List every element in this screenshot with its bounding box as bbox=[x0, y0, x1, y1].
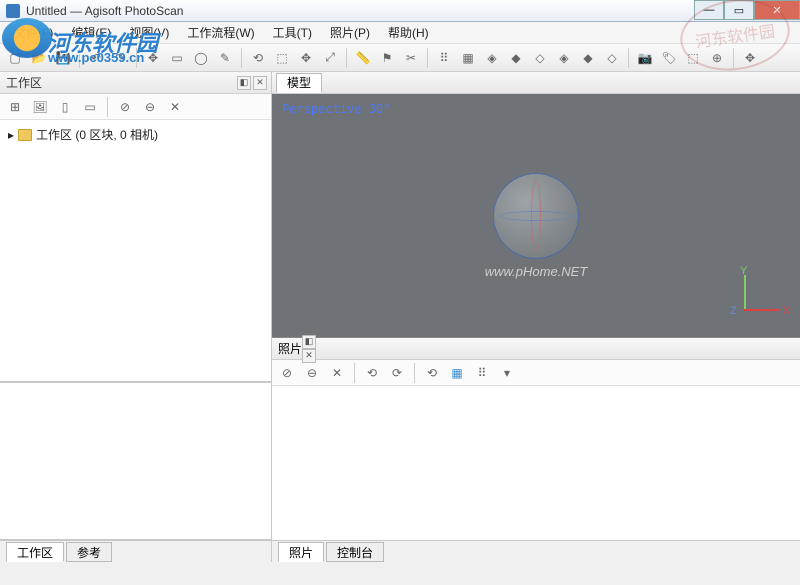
thumbnails-view-icon[interactable]: ⠿ bbox=[471, 362, 493, 384]
disable-icon[interactable]: ▭ bbox=[79, 96, 101, 118]
workspace-tree[interactable]: ▸ 工作区 (0 区块, 0 相机) bbox=[0, 120, 271, 382]
details-view-icon[interactable]: ▦ bbox=[446, 362, 468, 384]
tab-reference[interactable]: 参考 bbox=[66, 542, 112, 562]
tab-model[interactable]: 模型 bbox=[276, 73, 322, 93]
panel-close-icon[interactable]: ✕ bbox=[253, 76, 267, 90]
tab-console[interactable]: 控制台 bbox=[326, 542, 384, 562]
photos-toolbar: ⊘ ⊖ ✕ ⟲ ⟳ ⟲ ▦ ⠿ ▾ bbox=[272, 360, 800, 386]
viewport-3d[interactable]: Perspective 30° www.pHome.NET Y X Z bbox=[272, 94, 800, 338]
photos-area[interactable] bbox=[272, 386, 800, 540]
properties-panel bbox=[0, 382, 271, 540]
check-icon[interactable]: ⊘ bbox=[114, 96, 136, 118]
separator bbox=[354, 363, 355, 383]
disable-photo-icon[interactable]: ⊖ bbox=[301, 362, 323, 384]
main-area: 工作区 ◧ ✕ ⊞ 🖼 ▯ ▭ ⊘ ⊖ ✕ ▸ 工作区 (0 区块, 0 相机) bbox=[0, 72, 800, 562]
view-shaded-icon[interactable]: ◇ bbox=[529, 47, 551, 69]
region-icon[interactable]: ⬚ bbox=[271, 47, 293, 69]
photos-title: 照片 bbox=[278, 340, 302, 357]
trackball-ring-h bbox=[499, 211, 573, 221]
separator bbox=[346, 48, 347, 68]
panel-float-icon[interactable]: ◧ bbox=[237, 76, 251, 90]
rotate-left-icon[interactable]: ⟲ bbox=[361, 362, 383, 384]
circle-select-icon[interactable]: ◯ bbox=[190, 47, 212, 69]
titlebar: Untitled — Agisoft PhotoScan — ▭ ✕ bbox=[0, 0, 800, 22]
watermark-url: www.pc0359.cn bbox=[48, 50, 144, 65]
workspace-panel-header: 工作区 ◧ ✕ bbox=[0, 72, 271, 94]
enable-icon[interactable]: ▯ bbox=[54, 96, 76, 118]
axis-y-line bbox=[744, 275, 746, 311]
view-model-icon[interactable]: ◆ bbox=[577, 47, 599, 69]
enable-photo-icon[interactable]: ⊘ bbox=[276, 362, 298, 384]
window-title: Untitled — Agisoft PhotoScan bbox=[26, 4, 183, 18]
axis-x-line bbox=[744, 309, 780, 311]
rect-select-icon[interactable]: ▭ bbox=[166, 47, 188, 69]
tab-workspace[interactable]: 工作区 bbox=[6, 542, 64, 562]
app-icon bbox=[6, 4, 20, 18]
dropdown-icon[interactable]: ▾ bbox=[496, 362, 518, 384]
marker-icon[interactable]: ⚑ bbox=[376, 47, 398, 69]
watermark-logo-icon bbox=[2, 18, 52, 58]
trackball-ring-v bbox=[531, 179, 541, 253]
rotate-icon[interactable]: ⟲ bbox=[247, 47, 269, 69]
folder-icon bbox=[18, 129, 32, 141]
trackball-sphere bbox=[493, 173, 579, 259]
panel-float-icon[interactable]: ◧ bbox=[302, 335, 316, 349]
scale-icon[interactable]: ⤢ bbox=[319, 47, 341, 69]
panel-close-icon[interactable]: ✕ bbox=[302, 349, 316, 363]
view-wire-icon[interactable]: ◈ bbox=[481, 47, 503, 69]
reset-icon[interactable]: ⟲ bbox=[421, 362, 443, 384]
perspective-label: Perspective 30° bbox=[282, 102, 390, 116]
right-tabbar: 照片 控制台 bbox=[272, 540, 800, 562]
view-points-icon[interactable]: ⠿ bbox=[433, 47, 455, 69]
separator bbox=[241, 48, 242, 68]
menu-workflow[interactable]: 工作流程(W) bbox=[179, 22, 262, 43]
left-tabbar: 工作区 参考 bbox=[0, 540, 271, 562]
remove-photo-icon[interactable]: ✕ bbox=[326, 362, 348, 384]
axis-y-label: Y bbox=[740, 265, 747, 277]
remove-icon[interactable]: ✕ bbox=[164, 96, 186, 118]
rotate-right-icon[interactable]: ⟳ bbox=[386, 362, 408, 384]
expand-icon[interactable]: ▸ bbox=[8, 128, 14, 142]
free-select-icon[interactable]: ✎ bbox=[214, 47, 236, 69]
separator bbox=[628, 48, 629, 68]
add-photos-icon[interactable]: 🖼 bbox=[29, 96, 51, 118]
separator bbox=[414, 363, 415, 383]
separator bbox=[427, 48, 428, 68]
ruler-icon[interactable]: 📏 bbox=[352, 47, 374, 69]
axis-x-label: X bbox=[783, 305, 790, 317]
model-panel-header: 模型 bbox=[272, 72, 800, 94]
right-column: 模型 Perspective 30° www.pHome.NET Y X Z 照… bbox=[272, 72, 800, 562]
view-texture-icon[interactable]: ◈ bbox=[553, 47, 575, 69]
center-watermark: www.pHome.NET bbox=[485, 264, 588, 279]
tab-photos[interactable]: 照片 bbox=[278, 542, 324, 562]
menu-help[interactable]: 帮助(H) bbox=[380, 22, 437, 43]
workspace-title: 工作区 bbox=[6, 74, 42, 91]
tree-root-label: 工作区 (0 区块, 0 相机) bbox=[36, 126, 158, 143]
workspace-toolbar: ⊞ 🖼 ▯ ▭ ⊘ ⊖ ✕ bbox=[0, 94, 271, 120]
axis-gizmo: Y X Z bbox=[732, 269, 786, 323]
crop-icon[interactable]: ✂ bbox=[400, 47, 422, 69]
menu-tools[interactable]: 工具(T) bbox=[265, 22, 320, 43]
view-solid-icon[interactable]: ◆ bbox=[505, 47, 527, 69]
view-tiled-icon[interactable]: ◇ bbox=[601, 47, 623, 69]
view-dense-icon[interactable]: ▦ bbox=[457, 47, 479, 69]
move-icon[interactable]: ✥ bbox=[295, 47, 317, 69]
separator bbox=[107, 97, 108, 117]
uncheck-icon[interactable]: ⊖ bbox=[139, 96, 161, 118]
left-column: 工作区 ◧ ✕ ⊞ 🖼 ▯ ▭ ⊘ ⊖ ✕ ▸ 工作区 (0 区块, 0 相机) bbox=[0, 72, 272, 562]
show-cameras-icon[interactable]: 📷 bbox=[634, 47, 656, 69]
photos-panel-header: 照片 ◧ ✕ bbox=[272, 338, 800, 360]
show-markers-icon[interactable]: 🏷 bbox=[658, 47, 680, 69]
menu-photos[interactable]: 照片(P) bbox=[322, 22, 378, 43]
axis-z-label: Z bbox=[730, 305, 737, 317]
tree-root-item[interactable]: ▸ 工作区 (0 区块, 0 相机) bbox=[8, 126, 263, 143]
add-chunk-icon[interactable]: ⊞ bbox=[4, 96, 26, 118]
